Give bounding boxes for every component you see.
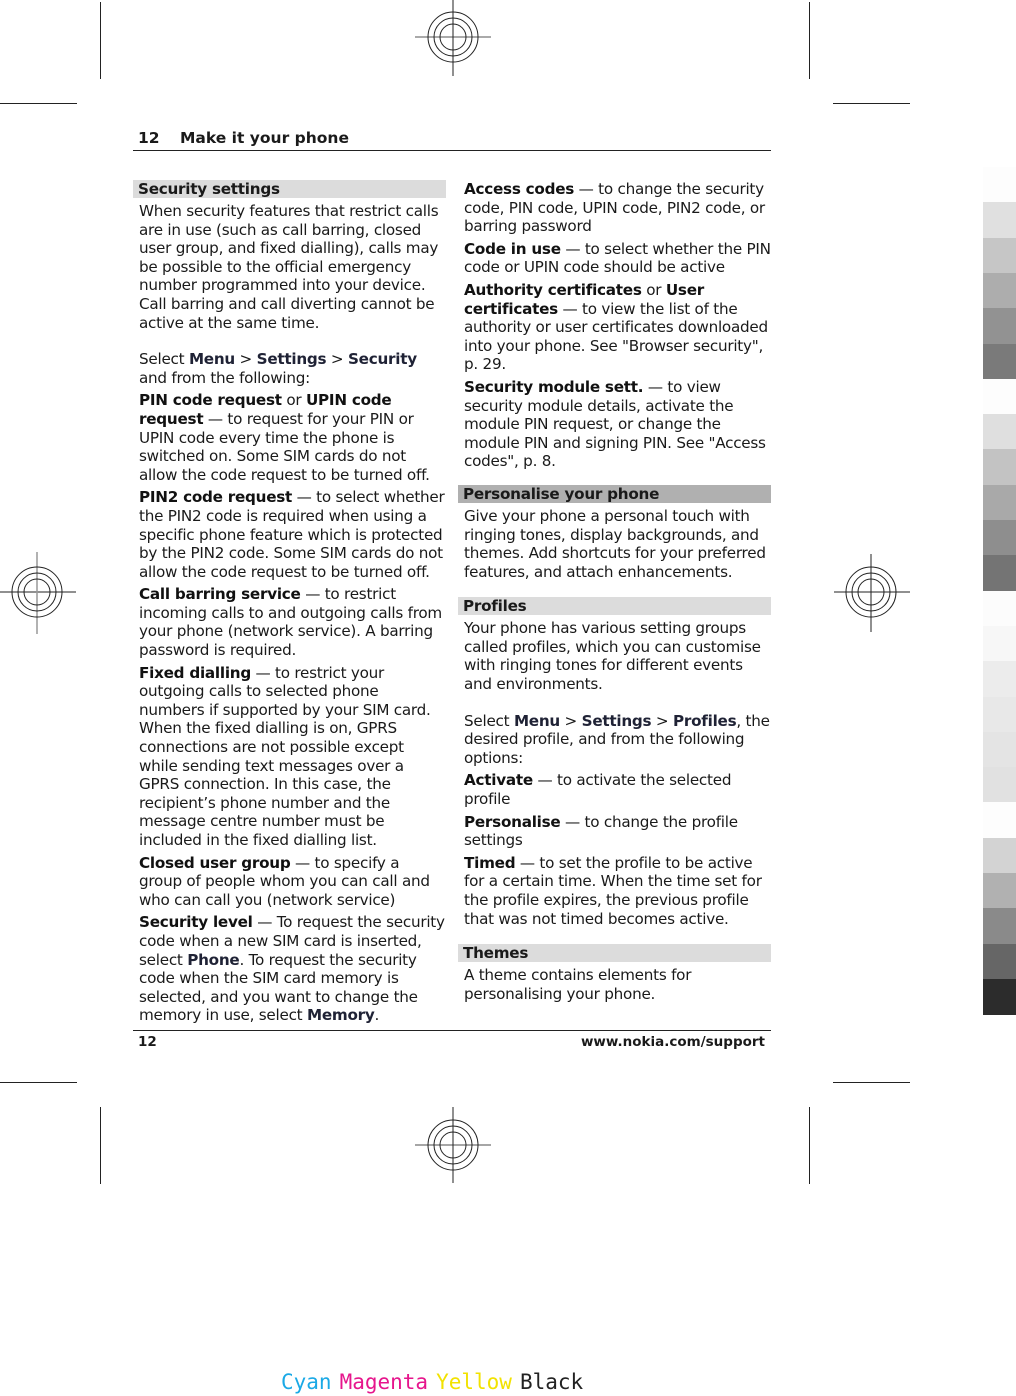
security-intro: When security features that restrict cal…	[139, 202, 439, 332]
gray-swatch	[983, 908, 1016, 945]
menu-link: Menu	[513, 711, 560, 730]
profiles-menu-path: Select Menu > Settings > Profiles, the d…	[464, 711, 770, 767]
cmyk-labels: Cyan Magenta Yellow Black	[281, 1370, 591, 1394]
registration-mark-top	[415, 0, 491, 76]
gray-swatch	[983, 378, 1016, 415]
gray-swatch	[983, 590, 1016, 627]
security-link: Security	[347, 350, 417, 369]
crop-mark	[809, 1107, 810, 1184]
yellow-label: Yellow	[436, 1370, 512, 1394]
option-timed: Timed — to set the profile to be active …	[464, 853, 762, 928]
profiles-intro: Your phone has various setting groups ca…	[464, 619, 761, 694]
registration-mark-right	[834, 554, 910, 632]
option-closed-user-group: Closed user group — to specify a group o…	[139, 853, 430, 909]
gray-swatch	[983, 802, 1016, 839]
crop-mark	[833, 1082, 910, 1083]
gray-swatch	[983, 943, 1016, 980]
option-security-module-sett: Security module sett. — to view security…	[464, 377, 766, 471]
gray-swatch	[983, 272, 1016, 309]
crop-mark	[100, 1107, 101, 1184]
phone-option: Phone	[187, 950, 240, 969]
option-pin-code-request: PIN code request or UPIN code request — …	[139, 391, 430, 484]
gray-swatch	[983, 873, 1016, 909]
menu-link: Menu	[188, 350, 235, 369]
running-head: 12 Make it your phone	[133, 128, 771, 151]
option-call-barring-service: Call barring service — to restrict incom…	[139, 585, 442, 660]
option-activate: Activate — to activate the selected prof…	[464, 771, 732, 809]
settings-link: Settings	[581, 711, 652, 730]
gray-swatch	[983, 978, 1016, 1015]
cyan-label: Cyan	[281, 1370, 332, 1394]
gray-swatch	[983, 520, 1016, 556]
section-heading-themes: Themes	[458, 944, 771, 963]
gray-swatch	[983, 484, 1016, 521]
security-menu-path: Select Menu > Settings > Security and fr…	[139, 350, 417, 387]
gray-swatch	[983, 625, 1016, 662]
black-label: Black	[519, 1370, 584, 1394]
gray-swatch	[983, 237, 1016, 274]
crop-mark	[0, 1082, 77, 1083]
option-certificates: Authority certificates or User certifica…	[464, 280, 768, 374]
personalise-body: Give your phone a personal touch with ri…	[464, 506, 766, 581]
settings-link: Settings	[256, 350, 327, 369]
gray-swatch	[983, 308, 1016, 344]
option-personalise: Personalise — to change the profile sett…	[464, 812, 738, 850]
section-heading-personalise: Personalise your phone	[458, 484, 771, 503]
gray-swatch	[983, 414, 1016, 450]
option-access-codes: Access codes — to change the security co…	[464, 180, 765, 236]
registration-mark-left	[0, 552, 76, 634]
chapter-title: Make it your phone	[180, 129, 349, 147]
gray-swatch	[983, 696, 1016, 733]
option-code-in-use: Code in use — to select whether the PIN …	[464, 239, 771, 277]
crop-mark	[809, 2, 810, 79]
right-column: Access codes — to change the security co…	[458, 180, 771, 1007]
crop-mark	[0, 103, 77, 104]
option-security-level: Security level — To request the security…	[139, 913, 445, 1025]
footer-page-number: 12	[138, 1034, 157, 1050]
gray-swatch	[983, 343, 1016, 380]
gray-swatch	[983, 167, 1016, 203]
gray-swatch	[983, 837, 1016, 874]
page-footer: 12 www.nokia.com/support	[133, 1030, 771, 1053]
crop-mark	[833, 103, 910, 104]
left-column: Security settings When security features…	[133, 180, 446, 1029]
gray-swatch	[983, 449, 1016, 486]
section-heading-profiles: Profiles	[458, 597, 771, 616]
gray-swatch	[983, 555, 1016, 592]
support-url: www.nokia.com/support	[580, 1034, 765, 1050]
gray-swatch	[983, 202, 1016, 239]
registration-mark-bottom	[415, 1107, 491, 1183]
memory-option: Memory	[306, 1006, 375, 1025]
option-fixed-dialling: Fixed dialling — to restrict your outgoi…	[139, 663, 431, 849]
page-number: 12	[138, 129, 160, 147]
option-pin2-code-request: PIN2 code request — to select whether th…	[139, 488, 445, 581]
profiles-link: Profiles	[672, 711, 737, 730]
themes-body: A theme contains elements for personalis…	[464, 966, 692, 1003]
magenta-label: Magenta	[339, 1370, 429, 1394]
crop-mark	[100, 2, 101, 79]
gray-swatch	[983, 661, 1016, 697]
section-heading-security-settings: Security settings	[133, 180, 446, 198]
gray-swatch	[983, 731, 1016, 768]
gray-swatch	[983, 767, 1016, 803]
